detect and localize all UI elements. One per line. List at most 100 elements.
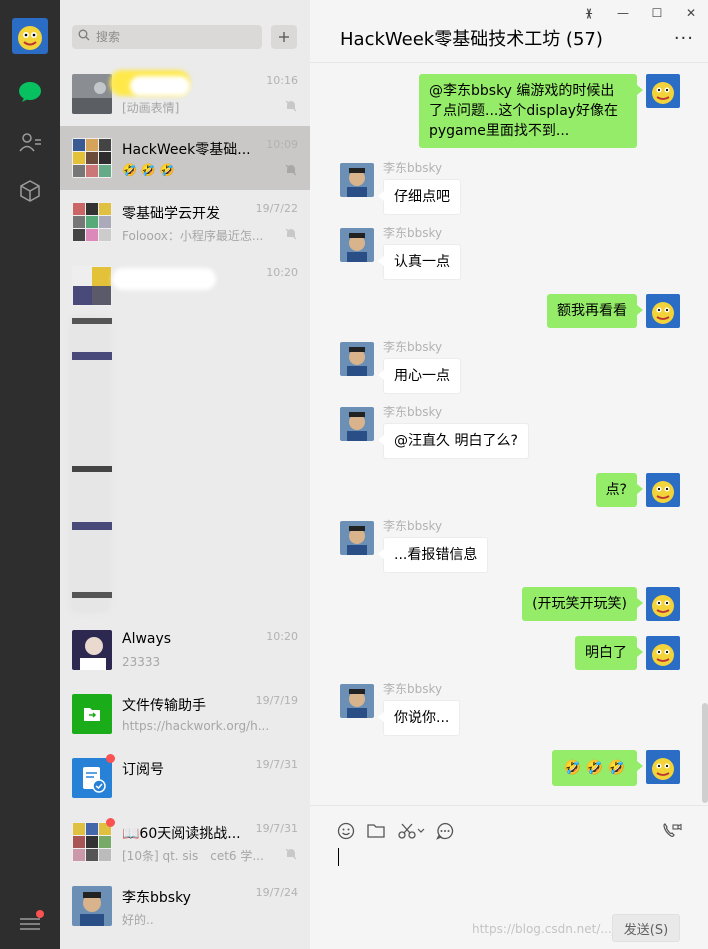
sender-name: 李东bbsky bbox=[383, 161, 443, 175]
menu-icon[interactable] bbox=[18, 910, 44, 936]
mute-icon bbox=[284, 99, 298, 113]
my-avatar[interactable] bbox=[12, 18, 48, 54]
sender-avatar bbox=[340, 228, 374, 262]
conversation-name: 文件传输助手 bbox=[122, 698, 206, 714]
send-button[interactable]: 发送(S) bbox=[612, 914, 680, 942]
message-bubble[interactable]: 用心一点 bbox=[378, 358, 461, 394]
conversation-item[interactable]: 零基础学云开发 19/7/22 Foloo​ox：小程序最近怎... bbox=[60, 190, 310, 254]
conversation-item[interactable]: 文件传输助手 19/7/19 https://hackwork.org/h... bbox=[60, 682, 310, 746]
emoji-icon[interactable] bbox=[335, 820, 357, 842]
chat-window: ᚕ — ☐ ✕ HackWeek零基础技术工坊 (57) ··· @李东bbsk… bbox=[310, 0, 708, 949]
avatar bbox=[72, 630, 112, 670]
pin-icon[interactable]: ᚕ bbox=[572, 0, 606, 26]
message-bubble[interactable]: 你说你... bbox=[377, 700, 461, 736]
contacts-icon[interactable] bbox=[15, 127, 45, 157]
conversation-preview: https://hackwork.org/h... bbox=[122, 719, 270, 733]
unread-badge bbox=[106, 754, 115, 763]
my-avatar bbox=[646, 294, 680, 328]
conversation-preview: 23333 bbox=[122, 655, 161, 669]
group-avatar bbox=[72, 138, 112, 178]
message-bubble[interactable]: 认真一点 bbox=[378, 244, 461, 280]
sender-avatar bbox=[340, 163, 374, 197]
conversation-item[interactable]: 订阅号 19/7/31 bbox=[60, 746, 310, 810]
mute-icon bbox=[284, 163, 298, 177]
message-bubble[interactable]: 明白了 bbox=[575, 636, 643, 670]
group-avatar bbox=[72, 266, 112, 306]
chat-title: HackWeek零基础技术工坊 (57) bbox=[340, 29, 603, 50]
text-caret bbox=[338, 848, 339, 866]
conversation-time: 19/7/31 bbox=[255, 822, 298, 835]
conversation-time: 19/7/19 bbox=[255, 694, 298, 707]
conversation-preview: 🤣 🤣 🤣 bbox=[122, 163, 175, 177]
nav-sidebar bbox=[0, 0, 60, 949]
redacted-strip bbox=[72, 522, 112, 530]
conversation-item[interactable]: 10:16 [动画表情] bbox=[60, 62, 310, 126]
avatar bbox=[72, 74, 112, 114]
folder-icon[interactable] bbox=[365, 820, 387, 842]
chat-history-icon[interactable] bbox=[434, 820, 456, 842]
close-icon[interactable]: ✕ bbox=[674, 0, 708, 26]
conversation-item[interactable]: 10:20 bbox=[60, 254, 310, 614]
plus-icon bbox=[279, 32, 289, 42]
conversation-item[interactable]: 📖60天阅读挑战... 19/7/31 [10条] qt. sis cet6 学… bbox=[60, 810, 310, 874]
redacted-strip bbox=[72, 466, 112, 472]
message-bubble[interactable]: ...看报错信息 bbox=[377, 537, 489, 573]
add-chat-button[interactable] bbox=[271, 25, 297, 49]
my-avatar bbox=[646, 636, 680, 670]
redacted-strip bbox=[72, 592, 112, 598]
sender-avatar bbox=[340, 684, 374, 718]
window-controls: ᚕ — ☐ ✕ bbox=[572, 0, 708, 26]
group-avatar bbox=[72, 202, 112, 242]
message-list: @李东bbsky 编游戏的时候出了点问题...这个display好像在pygam… bbox=[310, 63, 708, 805]
maximize-icon[interactable]: ☐ bbox=[640, 0, 674, 26]
conversation-preview: Foloo​ox：小程序最近怎... bbox=[122, 229, 264, 243]
search-icon bbox=[78, 29, 90, 45]
message-bubble[interactable]: (开玩笑开玩笑) bbox=[522, 587, 643, 621]
search-input[interactable] bbox=[96, 30, 256, 44]
scissors-icon[interactable] bbox=[397, 820, 427, 842]
conversation-time: 10:20 bbox=[266, 266, 298, 279]
conversation-item[interactable]: Always 10:20 23333 bbox=[60, 618, 310, 682]
search-box[interactable] bbox=[72, 25, 262, 49]
redacted-name bbox=[130, 76, 190, 96]
conversation-name: Always bbox=[122, 631, 172, 647]
message-bubble[interactable]: 仔细点吧 bbox=[378, 179, 461, 215]
conversation-time: 19/7/31 bbox=[255, 758, 298, 771]
avatar bbox=[72, 886, 112, 926]
conversation-preview: 好的.. bbox=[122, 913, 154, 927]
unread-badge bbox=[106, 818, 115, 827]
message-bubble[interactable]: @汪直久 明白了么? bbox=[378, 423, 529, 459]
mute-icon bbox=[284, 227, 298, 241]
message-bubble[interactable]: 点? bbox=[595, 473, 644, 507]
cube-icon[interactable] bbox=[15, 176, 45, 206]
sender-avatar bbox=[340, 521, 374, 555]
minimize-icon[interactable]: — bbox=[606, 0, 640, 26]
conversation-time: 19/7/22 bbox=[255, 202, 298, 215]
conversation-time: 10:20 bbox=[266, 630, 298, 643]
more-options-icon[interactable]: ··· bbox=[674, 28, 694, 49]
conversation-preview: [动画表情] bbox=[122, 101, 180, 115]
conversation-list: 10:16 [动画表情] HackWeek零基础... 10:09 🤣 🤣 🤣 … bbox=[60, 0, 310, 949]
scrollbar[interactable] bbox=[702, 703, 708, 803]
sender-name: 李东bbsky bbox=[383, 682, 443, 696]
mute-icon bbox=[284, 847, 298, 861]
conversation-time: 10:16 bbox=[266, 74, 298, 87]
my-avatar bbox=[646, 473, 680, 507]
sender-name: 李东bbsky bbox=[383, 340, 443, 354]
conversation-item[interactable]: 李东bbsky 19/7/24 好的.. bbox=[60, 874, 310, 938]
notification-dot bbox=[36, 910, 44, 918]
video-call-icon[interactable] bbox=[661, 820, 683, 842]
sender-name: 李东bbsky bbox=[383, 519, 443, 533]
conversation-name: HackWeek零基础... bbox=[122, 142, 251, 158]
sender-avatar bbox=[340, 342, 374, 376]
message-bubble[interactable]: 🤣 🤣 🤣 bbox=[551, 750, 644, 786]
my-avatar bbox=[646, 74, 680, 108]
message-bubble[interactable]: @李东bbsky 编游戏的时候出了点问题...这个display好像在pygam… bbox=[419, 74, 643, 148]
message-bubble[interactable]: 额我再看看 bbox=[547, 294, 643, 328]
chat-icon[interactable] bbox=[15, 77, 45, 107]
message-composer: https://blog.csdn.net/..._wang 发送(S) bbox=[310, 805, 708, 949]
conversation-item-active[interactable]: HackWeek零基础... 10:09 🤣 🤣 🤣 bbox=[60, 126, 310, 190]
conversation-time: 10:09 bbox=[266, 138, 298, 151]
redacted-strip bbox=[72, 352, 112, 360]
conversation-name: 订阅号 bbox=[122, 762, 164, 778]
